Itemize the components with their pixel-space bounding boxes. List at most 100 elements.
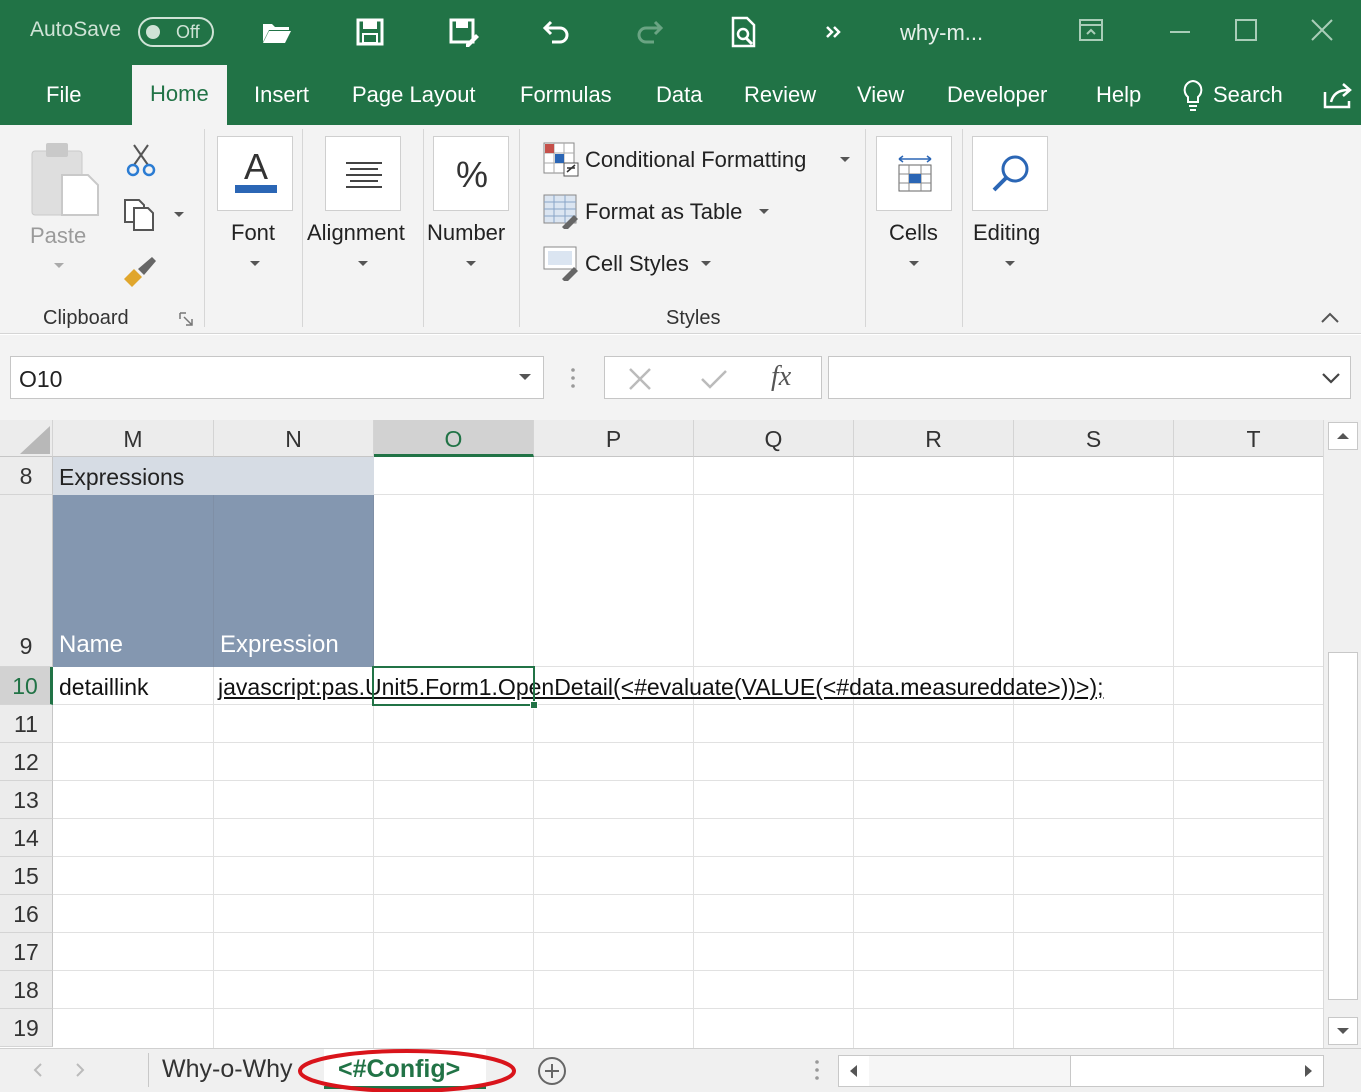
scroll-up-button[interactable] <box>1328 422 1358 450</box>
alignment-button[interactable] <box>325 136 401 211</box>
print-preview-icon[interactable] <box>726 14 762 50</box>
tab-page-layout[interactable]: Page Layout <box>352 82 476 108</box>
alignment-caret[interactable] <box>358 261 368 266</box>
paste-label[interactable]: Paste <box>30 223 86 249</box>
copy-icon[interactable] <box>122 197 158 233</box>
paste-icon[interactable] <box>28 137 102 229</box>
redo-icon[interactable] <box>632 14 668 50</box>
close-icon[interactable] <box>1302 14 1342 50</box>
cells-label: Cells <box>889 220 938 245</box>
row-header-17[interactable]: 17 <box>0 933 53 971</box>
previous-sheet-icon[interactable] <box>30 1061 46 1079</box>
row-header-16[interactable]: 16 <box>0 895 53 933</box>
column-header-q[interactable]: Q <box>694 420 854 457</box>
group-separator <box>302 129 303 327</box>
maximize-icon[interactable] <box>1226 14 1266 50</box>
row-header-19[interactable]: 19 <box>0 1009 53 1047</box>
row-header-13[interactable]: 13 <box>0 781 53 819</box>
font-button[interactable]: A <box>217 136 293 211</box>
name-box-caret[interactable] <box>519 374 531 380</box>
number-caret[interactable] <box>466 261 476 266</box>
editing-caret[interactable] <box>1005 261 1015 266</box>
table-title-cell[interactable]: Expressions <box>53 457 374 495</box>
column-header-n[interactable]: N <box>214 420 374 457</box>
select-all-corner[interactable] <box>0 420 53 457</box>
toggle-knob <box>146 25 160 39</box>
vertical-scrollbar[interactable] <box>1323 420 1361 1048</box>
minimize-icon[interactable] <box>1160 14 1200 50</box>
column-header-s[interactable]: S <box>1014 420 1174 457</box>
row-header-9[interactable]: 9 <box>0 495 53 667</box>
column-header-r[interactable]: R <box>854 420 1014 457</box>
expand-formula-icon[interactable] <box>1321 371 1341 385</box>
row-header-8[interactable]: 8 <box>0 457 53 495</box>
row-header-10[interactable]: 10 <box>0 667 53 705</box>
scroll-down-button[interactable] <box>1328 1017 1358 1045</box>
horizontal-scroll-thumb[interactable] <box>869 1056 1071 1086</box>
tab-formulas[interactable]: Formulas <box>520 82 612 108</box>
share-icon[interactable] <box>1322 80 1356 110</box>
editing-button[interactable] <box>972 136 1048 211</box>
tab-review[interactable]: Review <box>744 82 816 108</box>
tell-me-search[interactable]: Search <box>1213 82 1283 108</box>
cell-m10[interactable]: detaillink <box>59 674 149 701</box>
format-as-table-caret[interactable] <box>759 209 769 214</box>
confirm-entry-icon[interactable] <box>699 367 729 391</box>
cell-styles-caret[interactable] <box>701 261 711 266</box>
font-caret[interactable] <box>250 261 260 266</box>
group-separator <box>204 129 205 327</box>
copy-caret[interactable] <box>174 212 184 217</box>
more-commands-icon[interactable] <box>815 14 851 50</box>
active-cell-o10[interactable] <box>372 666 538 709</box>
cancel-entry-icon[interactable] <box>627 367 653 391</box>
dialog-launcher-icon[interactable] <box>179 312 193 326</box>
scroll-left-icon[interactable] <box>845 1062 863 1080</box>
row-header-15[interactable]: 15 <box>0 857 53 895</box>
new-sheet-icon[interactable] <box>536 1055 568 1087</box>
column-header-t[interactable]: T <box>1174 420 1323 457</box>
tab-home[interactable]: Home <box>132 65 227 125</box>
formula-input[interactable] <box>828 356 1351 399</box>
name-box[interactable]: O10 <box>10 356 544 399</box>
splitter-handle-icon[interactable] <box>568 367 578 389</box>
scroll-right-icon[interactable] <box>1299 1062 1317 1080</box>
table-header-expression[interactable]: Expression <box>214 495 374 667</box>
cells-caret[interactable] <box>909 261 919 266</box>
row-header-11[interactable]: 11 <box>0 705 53 743</box>
row-header-18[interactable]: 18 <box>0 971 53 1009</box>
open-folder-icon[interactable] <box>259 14 295 50</box>
highlight-ellipse <box>298 1049 516 1092</box>
cut-icon[interactable] <box>124 143 158 177</box>
tab-file[interactable]: File <box>46 82 81 108</box>
next-sheet-icon[interactable] <box>72 1061 88 1079</box>
row-header-12[interactable]: 12 <box>0 743 53 781</box>
save-as-icon[interactable] <box>446 14 482 50</box>
collapse-ribbon-icon[interactable] <box>1320 311 1340 325</box>
cells-button[interactable] <box>876 136 952 211</box>
table-header-name[interactable]: Name <box>53 495 214 667</box>
autosave-toggle[interactable]: Off <box>138 17 214 47</box>
tab-view[interactable]: View <box>857 82 904 108</box>
tab-data[interactable]: Data <box>656 82 702 108</box>
row-header-14[interactable]: 14 <box>0 819 53 857</box>
insert-function-button[interactable]: fx <box>771 361 791 393</box>
column-header-p[interactable]: P <box>534 420 694 457</box>
tab-insert[interactable]: Insert <box>254 82 309 108</box>
sheet-tab-why-o-why[interactable]: Why-o-Why <box>148 1049 307 1089</box>
conditional-formatting-caret[interactable] <box>840 157 850 162</box>
column-header-o[interactable]: O <box>374 420 534 457</box>
undo-icon[interactable] <box>538 14 574 50</box>
vertical-scroll-thumb[interactable] <box>1328 652 1358 1000</box>
tab-developer[interactable]: Developer <box>947 82 1047 108</box>
column-header-m[interactable]: M <box>53 420 214 457</box>
horizontal-scrollbar[interactable] <box>838 1055 1324 1087</box>
fill-handle[interactable] <box>530 701 538 709</box>
ribbon-display-icon[interactable] <box>1072 14 1112 50</box>
cell-n10-hyperlink[interactable]: javascript:pas.Unit5.Form1.OpenDetail(<#… <box>218 674 1104 701</box>
number-button[interactable]: % <box>433 136 509 211</box>
tab-help[interactable]: Help <box>1096 82 1141 108</box>
save-icon[interactable] <box>352 14 388 50</box>
format-painter-icon[interactable] <box>122 255 160 287</box>
tab-splitter-icon[interactable] <box>812 1059 822 1081</box>
paste-caret[interactable] <box>54 263 64 268</box>
